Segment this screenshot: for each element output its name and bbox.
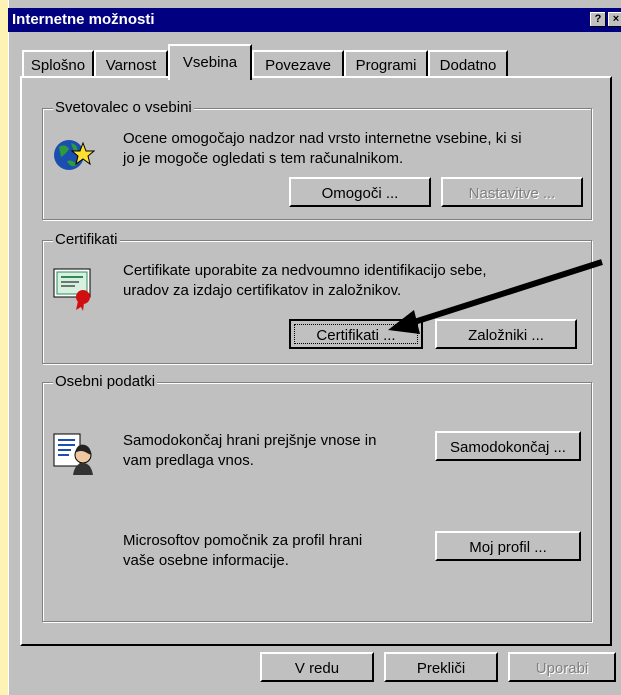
tab-security[interactable]: Varnost [94, 50, 168, 78]
settings-button[interactable]: Nastavitve ... [441, 177, 583, 207]
tab-panel-content: Svetovalec o vsebini Ocene omogočajo nad… [20, 76, 612, 646]
help-button[interactable]: ? [590, 12, 606, 27]
tab-programs[interactable]: Programi [344, 50, 428, 78]
close-button[interactable]: × [608, 12, 621, 27]
enable-button[interactable]: Omogoči ... [289, 177, 431, 207]
apply-button[interactable]: Uporabi [508, 652, 616, 682]
personal-info-group: Osebni podatki Samodokončaj hrani prejšn… [42, 373, 592, 622]
globe-star-icon [54, 140, 95, 170]
content-advisor-group: Svetovalec o vsebini Ocene omogočajo nad… [42, 99, 592, 220]
content-advisor-text-1: Ocene omogočajo nadzor nad vrsto interne… [123, 130, 522, 147]
autocomplete-button[interactable]: Samodokončaj ... [435, 431, 581, 461]
cancel-button[interactable]: Prekliči [384, 652, 498, 682]
dialog-window: Internetne možnosti ? × Splošno Varnost … [8, 0, 621, 695]
profile-text-2: vaše osebne informacije. [123, 552, 289, 569]
autocomplete-text-2: vam predlaga vnos. [123, 452, 254, 469]
certificates-text-2: uradov za izdajo certifikatov in založni… [123, 282, 402, 299]
ok-button[interactable]: V redu [260, 652, 374, 682]
content-advisor-legend: Svetovalec o vsebini [53, 99, 194, 117]
content-advisor-text-2: jo je mogoče ogledati s tem računalnikom… [123, 150, 404, 167]
my-profile-button[interactable]: Moj profil ... [435, 531, 581, 561]
profile-text-1: Microsoftov pomočnik za profil hrani [123, 532, 363, 549]
tab-general[interactable]: Splošno [22, 50, 94, 78]
tab-content[interactable]: Vsebina [168, 44, 252, 80]
autocomplete-text-1: Samodokončaj hrani prejšnje vnose in [123, 432, 377, 449]
title-bar: Internetne možnosti ? × [8, 8, 621, 32]
tab-connections[interactable]: Povezave [252, 50, 344, 78]
autocomplete-icon [53, 433, 93, 475]
certificates-legend: Certifikati [53, 231, 120, 249]
certificate-icon [53, 268, 91, 311]
personal-info-legend: Osebni podatki [53, 373, 158, 391]
tab-advanced[interactable]: Dodatno [428, 50, 508, 78]
pointer-arrow-icon [388, 259, 603, 334]
window-title: Internetne možnosti [12, 11, 155, 28]
